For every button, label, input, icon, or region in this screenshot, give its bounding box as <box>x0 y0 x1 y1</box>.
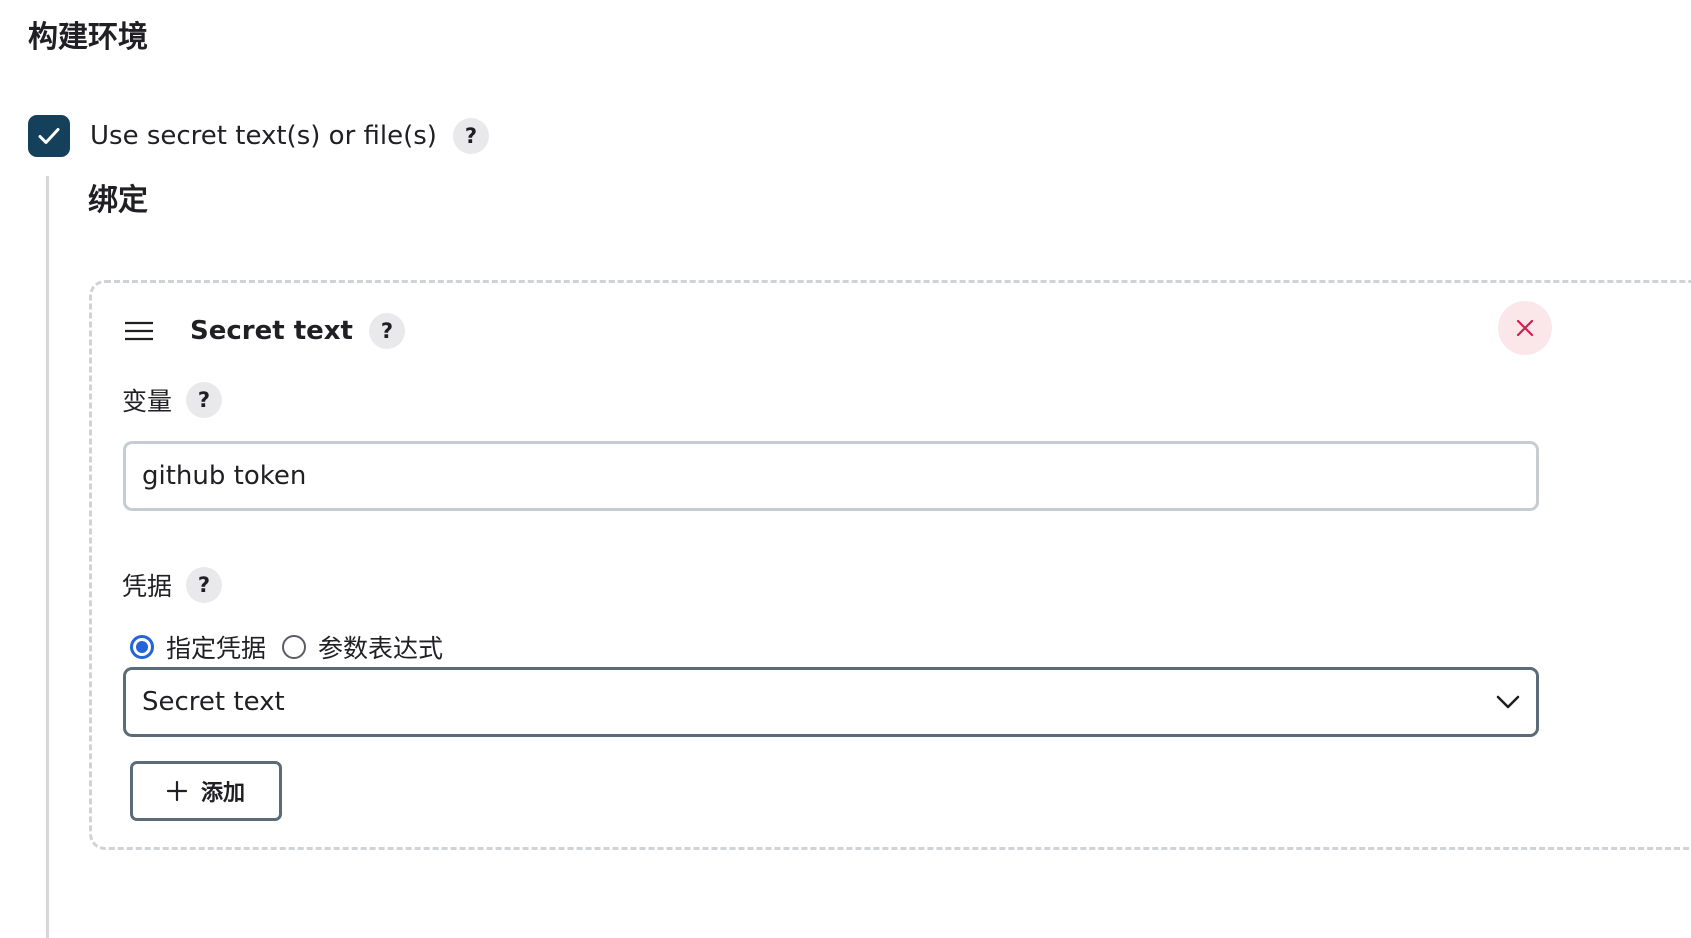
add-credentials-label: 添加 <box>200 781 245 806</box>
check-icon <box>38 128 60 144</box>
credentials-label: 凭据 <box>122 572 173 601</box>
card-help-button[interactable]: ? <box>368 313 405 349</box>
section-title: 构建环境 <box>28 20 148 55</box>
variable-help-button[interactable]: ? <box>186 382 223 418</box>
variable-input[interactable] <box>123 441 1539 511</box>
secret-option-row: Use secret text(s) or file(s) ? <box>28 115 489 157</box>
credentials-label-row: 凭据 ? <box>122 566 223 604</box>
radio-specify-credentials[interactable] <box>130 635 154 659</box>
variable-label: 变量 <box>122 387 173 416</box>
drag-handle-icon[interactable] <box>124 319 158 343</box>
credentials-help-button[interactable]: ? <box>186 567 223 603</box>
secret-text-binding-card: Secret text ? 变量 ? 凭据 ? 指定凭据 参数表达式 Secre… <box>89 280 1691 850</box>
use-secret-label[interactable]: Use secret text(s) or file(s) <box>90 121 437 151</box>
credentials-select-value: Secret text <box>142 687 285 717</box>
card-title: Secret text <box>190 316 353 346</box>
radio-parameter-expression[interactable] <box>282 635 307 659</box>
chevron-down-icon <box>1496 695 1520 709</box>
use-secret-checkbox[interactable] <box>28 115 70 157</box>
add-credentials-button[interactable]: 添加 <box>130 761 282 821</box>
bindings-title: 绑定 <box>88 183 148 218</box>
secret-option-help-button[interactable]: ? <box>452 118 489 154</box>
credentials-mode-radios: 指定凭据 参数表达式 <box>130 629 459 665</box>
radio-parameter-expression-label[interactable]: 参数表达式 <box>318 629 443 665</box>
nested-section-bar <box>46 176 49 938</box>
delete-binding-button[interactable] <box>1498 301 1552 355</box>
close-icon <box>1516 319 1534 337</box>
radio-specify-credentials-label[interactable]: 指定凭据 <box>166 629 266 665</box>
card-header: Secret text ? <box>124 311 405 351</box>
credentials-select[interactable]: Secret text <box>123 667 1539 737</box>
variable-label-row: 变量 ? <box>122 381 223 419</box>
plus-icon <box>166 781 187 801</box>
